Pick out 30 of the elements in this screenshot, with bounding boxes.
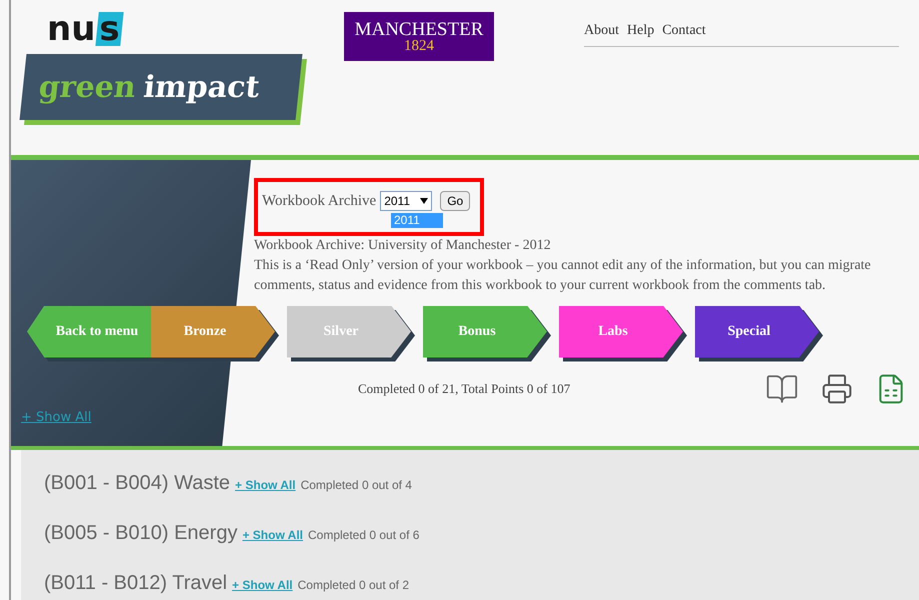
nav-link[interactable]: About <box>584 20 619 41</box>
level-tab[interactable]: Bronze <box>151 306 275 358</box>
archive-label: Workbook Archive <box>262 192 376 211</box>
year-option[interactable]: 2011 <box>391 212 443 228</box>
level-tab[interactable]: Bonus <box>423 306 547 358</box>
read-only-notice: This is a ‘Read Only’ version of your workbook – you cannot edit any of the information, but you can migrate comments, status and evidence from this workbook to your current workbook from the comments tab. <box>254 256 872 294</box>
level-tab[interactable]: Labs <box>559 306 683 358</box>
category-title: (B011 - B012) Travel <box>44 571 228 596</box>
year-select[interactable]: 2011 <box>380 191 432 212</box>
category-status: Completed 0 out of 2 <box>298 577 410 594</box>
nus-logo[interactable]: nu s <box>47 12 313 46</box>
show-all-link[interactable]: + Show All <box>235 476 296 494</box>
brand-logo[interactable]: green impact <box>20 54 302 120</box>
printer-icon[interactable] <box>821 372 853 404</box>
category-title: (B005 - B010) Energy <box>44 521 238 546</box>
progress-summary: Completed 0 of 21, Total Points 0 of 107 <box>358 380 570 398</box>
level-tab[interactable]: Back to menu <box>27 306 151 358</box>
category-title: (B001 - B004) Waste <box>44 471 230 496</box>
category-status: Completed 0 out of 4 <box>300 477 412 494</box>
university-logo[interactable]: MANCHESTER 1824 <box>344 12 494 61</box>
category-status: Completed 0 out of 6 <box>308 527 420 544</box>
level-tab[interactable]: Special <box>695 306 819 358</box>
archive-title: Workbook Archive: University of Manchester - 2012 <box>254 236 552 254</box>
show-all-link[interactable]: + Show All <box>21 408 92 427</box>
caret-icon <box>420 198 428 204</box>
go-button[interactable]: Go <box>440 191 470 212</box>
nav-link[interactable]: Help <box>627 20 654 41</box>
show-all-link[interactable]: + Show All <box>242 526 303 544</box>
nav-link[interactable]: Contact <box>662 20 706 41</box>
show-all-link[interactable]: + Show All <box>232 576 293 594</box>
